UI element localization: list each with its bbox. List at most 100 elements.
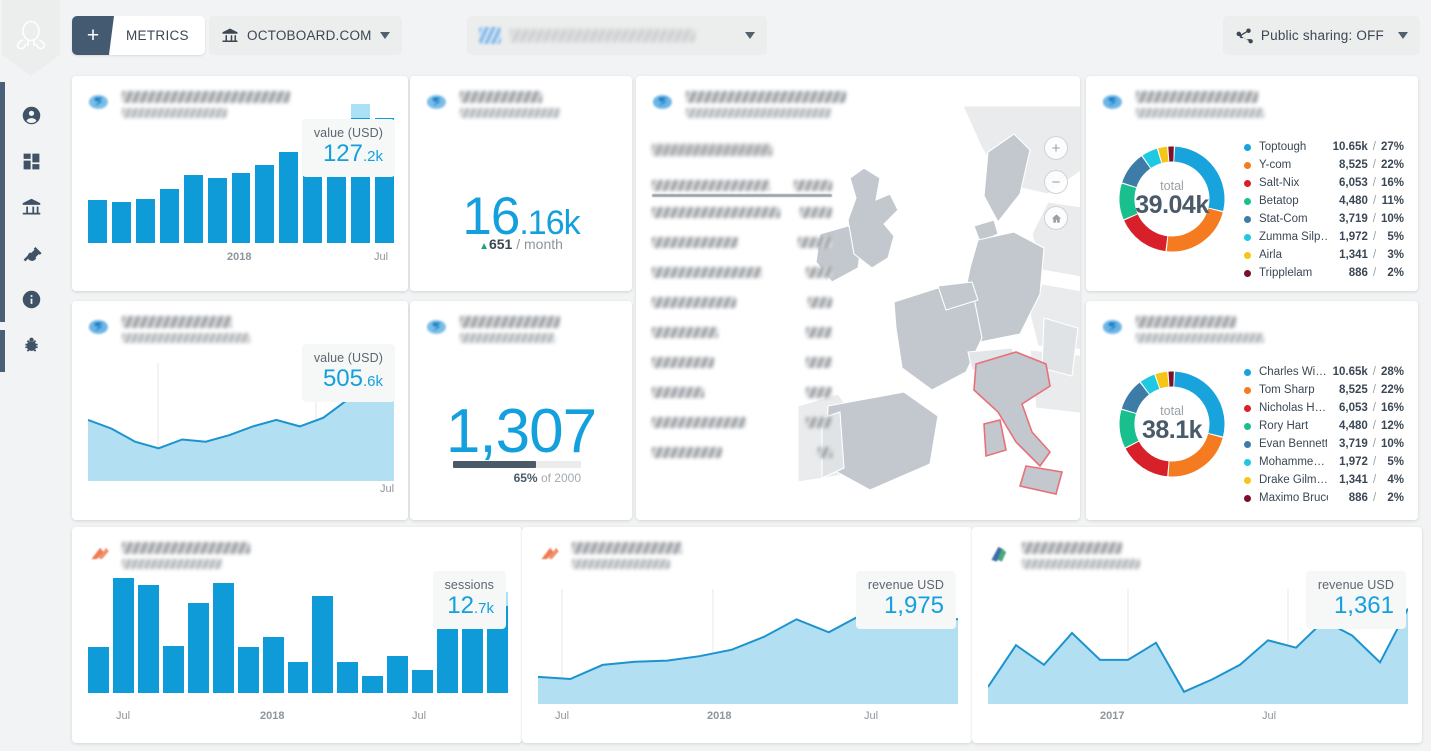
region-name-redacted [652, 327, 718, 338]
legend-item[interactable]: Drake Gilm…1,341/4% [1244, 471, 1404, 489]
region-row[interactable] [652, 317, 832, 347]
legend-item[interactable]: Rory Hart4,480/12% [1244, 417, 1404, 435]
region-value-redacted [806, 387, 832, 398]
legend-item[interactable]: Tom Sharp8,525/22% [1244, 381, 1404, 399]
legend-separator: / [1368, 366, 1381, 378]
widget-ppc-revenue[interactable]: revenue USD 1,361 2017 Jul [972, 527, 1422, 743]
legend-item[interactable]: Evan Bennett3,719/10% [1244, 435, 1404, 453]
legend-label: Charles Wi… [1259, 366, 1327, 378]
legend-separator: / [1368, 177, 1381, 189]
value-badge: revenue USD 1,361 [1306, 571, 1406, 629]
bar [112, 202, 131, 243]
progress-pct: 65% [514, 471, 538, 485]
bar [88, 200, 107, 243]
widget-top-products[interactable]: total 39.04k Toptough10.65k/27%Y-com8,52… [1086, 76, 1418, 291]
region-row[interactable] [652, 197, 832, 227]
sidebar-item-account[interactable] [0, 92, 62, 138]
legend-label: Tripplelam [1259, 267, 1328, 279]
legend-item[interactable]: Salt-Nix6,053/16% [1244, 174, 1404, 192]
octoboard-logo-icon[interactable] [2, 0, 60, 76]
widget-title-redacted [122, 91, 290, 103]
sidebar-item-bugs[interactable] [0, 322, 62, 368]
widget-title-redacted [122, 542, 250, 554]
map-zoom-in-button[interactable]: + [1044, 136, 1068, 160]
map-reset-home-button[interactable] [1044, 206, 1068, 230]
legend-value: 10.65k [1327, 366, 1367, 378]
badge-value: 127.2k [314, 140, 383, 168]
europe-map[interactable] [798, 106, 1080, 520]
widget-sales-by-region[interactable]: + − [636, 76, 1080, 520]
region-row[interactable] [652, 347, 832, 377]
region-row[interactable] [652, 377, 832, 407]
widget-header [652, 90, 846, 118]
widget-increases[interactable]: 16.16k ▲651 / month [410, 76, 632, 291]
axis-tick-2018: 2018 [227, 251, 251, 263]
donut-center: total 39.04k [1112, 139, 1232, 259]
widget-website-traffic[interactable]: sessions 12.7k Jul 2018 Jul [72, 527, 522, 743]
map-zoom-out-button[interactable]: − [1044, 170, 1068, 194]
dashboard-app: + METRICS OCTOBOARD.COM Public sharing: … [0, 0, 1431, 751]
legend-value: 3,719 [1327, 213, 1367, 225]
widget-header [88, 315, 250, 343]
legend-separator: / [1368, 159, 1381, 171]
legend-percent: 22% [1381, 159, 1404, 171]
region-row[interactable] [652, 407, 832, 437]
legend-item[interactable]: Zumma Silp…1,972/5% [1244, 228, 1404, 246]
add-metrics-button[interactable]: + METRICS [72, 16, 205, 55]
region-value-redacted [806, 417, 832, 428]
legend-item[interactable]: Charles Wi…10.65k/28% [1244, 363, 1404, 381]
public-sharing-selector[interactable]: Public sharing: OFF [1223, 16, 1420, 55]
legend-separator: / [1368, 402, 1381, 414]
sidebar-item-company[interactable] [0, 184, 62, 230]
legend-item[interactable]: Airla1,341/3% [1244, 246, 1404, 264]
widget-title-redacted [1022, 542, 1122, 554]
legend-item[interactable]: Y-com8,525/22% [1244, 156, 1404, 174]
region-name-redacted [652, 447, 722, 458]
legend-percent: 2% [1381, 492, 1404, 504]
legend-item[interactable]: Maximo Bruce886/2% [1244, 489, 1404, 507]
legend-separator: / [1368, 213, 1381, 225]
value-badge: revenue USD 1,975 [856, 571, 956, 629]
sidebar-item-info[interactable] [0, 276, 62, 322]
region-row[interactable] [652, 227, 832, 257]
salesforce-cloud-icon [88, 91, 114, 113]
legend-item[interactable]: Betatop4,480/11% [1244, 192, 1404, 210]
legend-item[interactable]: Nicholas H…6,053/16% [1244, 399, 1404, 417]
widget-top-sellers[interactable]: total 38.1k Charles Wi…10.65k/28%Tom Sha… [1086, 301, 1418, 520]
widget-recurring-revenue[interactable]: value (USD) 127.2k 2018 Jul [72, 76, 408, 291]
legend-item[interactable]: Stat-Com3,719/10% [1244, 210, 1404, 228]
sidebar-item-integrations[interactable] [0, 230, 62, 276]
region-row[interactable] [652, 257, 832, 287]
team-selector[interactable] [467, 16, 767, 55]
salesforce-cloud-icon [88, 316, 114, 338]
legend-item[interactable]: Tripplelam886/2% [1244, 264, 1404, 282]
region-name-redacted [652, 207, 780, 218]
legend-value: 6,053 [1327, 177, 1367, 189]
region-value-redacted [806, 267, 832, 278]
widget-pipeline-value[interactable]: value (USD) 505.6k Jul [72, 301, 408, 520]
sidebar [0, 0, 62, 751]
widget-website-goals[interactable]: revenue USD 1,975 Jul 2018 Jul [522, 527, 972, 743]
bank-icon [21, 197, 42, 218]
widget-header [1102, 315, 1264, 343]
legend-separator: / [1368, 231, 1381, 243]
region-row[interactable] [652, 437, 832, 467]
widget-subscribers[interactable]: 1,307 65% of 2000 [410, 301, 632, 520]
legend-label: Betatop [1259, 195, 1328, 207]
region-row[interactable] [652, 287, 832, 317]
legend-percent: 27% [1381, 141, 1404, 153]
region-value-redacted [806, 327, 832, 338]
legend-percent: 12% [1381, 420, 1404, 432]
legend-percent: 16% [1381, 402, 1404, 414]
bug-icon [21, 335, 42, 356]
legend-label: Rory Hart [1259, 420, 1327, 432]
sidebar-item-dashboards[interactable] [0, 138, 62, 184]
legend-value: 4,480 [1328, 195, 1368, 207]
widget-title-redacted [460, 316, 560, 328]
legend-item[interactable]: Toptough10.65k/27% [1244, 138, 1404, 156]
region-value-redacted [806, 357, 832, 368]
legend-top-products: Toptough10.65k/27%Y-com8,525/22%Salt-Nix… [1244, 138, 1404, 282]
domain-selector[interactable]: OCTOBOARD.COM [209, 16, 402, 55]
legend-item[interactable]: Mohamme…1,972/5% [1244, 453, 1404, 471]
legend-value: 886 [1328, 267, 1368, 279]
